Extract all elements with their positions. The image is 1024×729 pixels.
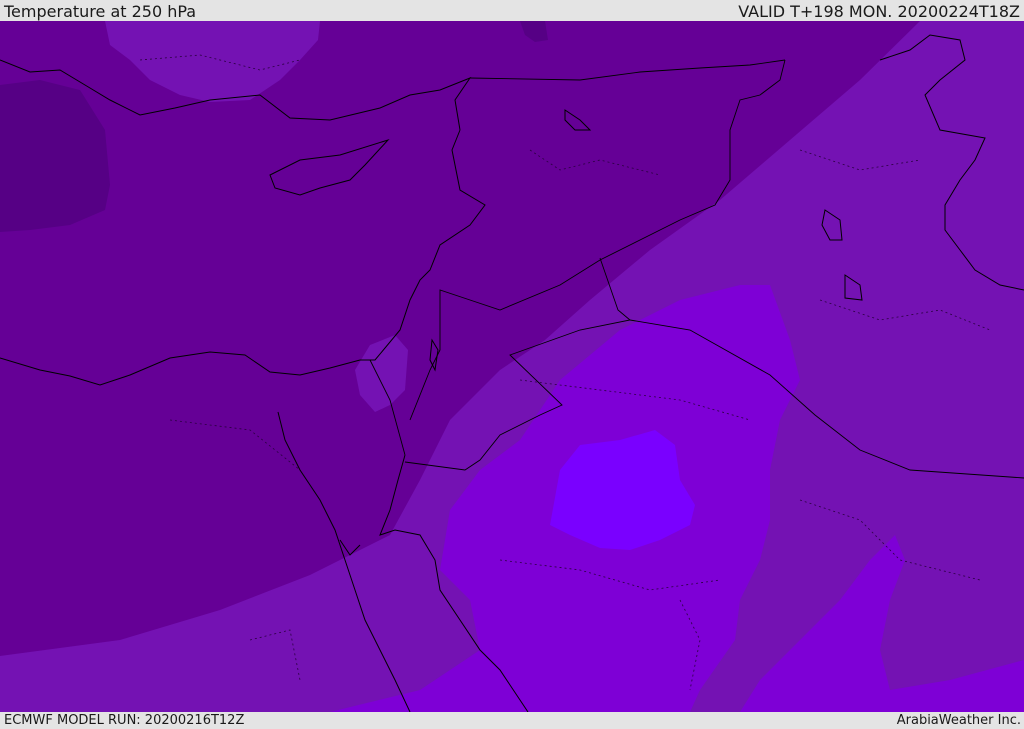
map-header: Temperature at 250 hPa VALID T+198 MON. … <box>0 0 1024 21</box>
temperature-map[interactable] <box>0 21 1024 712</box>
model-run: ECMWF MODEL RUN: 20200216T12Z <box>4 713 245 728</box>
map-footer: ECMWF MODEL RUN: 20200216T12Z ArabiaWeat… <box>0 712 1024 729</box>
map-title: Temperature at 250 hPa <box>4 2 197 21</box>
map-canvas <box>0 21 1024 712</box>
valid-time: VALID T+198 MON. 20200224T18Z <box>738 2 1020 21</box>
credit-text: ArabiaWeather Inc. <box>896 713 1021 728</box>
